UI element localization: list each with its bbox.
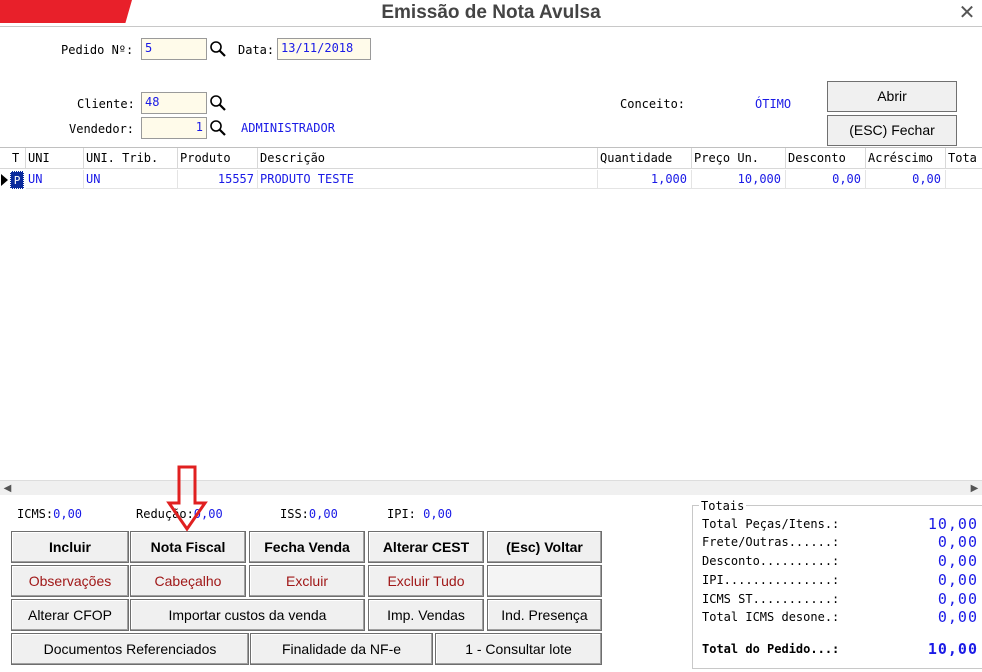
col-header-desconto[interactable]: Desconto	[786, 148, 866, 169]
iss-value: 0,00	[308, 507, 338, 521]
totals-row-value: 0,00	[937, 552, 978, 570]
cell-acrescimo[interactable]: 0,00	[866, 170, 946, 189]
cell-total[interactable]	[946, 170, 982, 189]
icms-label: ICMS:	[17, 507, 54, 521]
col-header-preco-un[interactable]: Preço Un.	[692, 148, 786, 169]
totals-row-value: 0,00	[937, 571, 978, 589]
annotation-arrow-icon	[166, 465, 208, 532]
ipi-value: 0,00	[423, 507, 453, 521]
consultar-lote-button[interactable]: 1 - Consultar lote	[435, 633, 602, 665]
totals-row-value: 0,00	[937, 590, 978, 608]
abrir-button[interactable]: Abrir	[827, 81, 957, 112]
iss-tax: ISS:0,00	[280, 507, 338, 521]
empty-button-slot	[487, 565, 602, 597]
cell-uni[interactable]: UN	[26, 170, 84, 189]
totals-row: Desconto..........: 0,00	[702, 552, 978, 572]
scroll-right-icon[interactable]: ▶	[967, 481, 982, 496]
totals-row: ICMS ST...........: 0,00	[702, 590, 978, 610]
col-header-quantidade[interactable]: Quantidade	[598, 148, 692, 169]
title-bar: Emissão de Nota Avulsa ✕	[0, 0, 982, 27]
col-header-total[interactable]: Tota	[946, 148, 982, 169]
importar-custos-button[interactable]: Importar custos da venda	[130, 599, 365, 631]
excluir-button[interactable]: Excluir	[249, 565, 365, 597]
data-field[interactable]: 13/11/2018	[277, 38, 371, 60]
ipi-tax: IPI: 0,00	[387, 507, 452, 521]
cell-preco-un[interactable]: 10,000	[692, 170, 786, 189]
totals-row: IPI...............: 0,00	[702, 571, 978, 591]
cell-uni-trib[interactable]: UN	[84, 170, 178, 189]
col-header-descricao[interactable]: Descrição	[258, 148, 598, 169]
ipi-label: IPI:	[387, 507, 416, 521]
finalidade-nfe-button[interactable]: Finalidade da NF-e	[250, 633, 433, 665]
cell-quantidade[interactable]: 1,000	[598, 170, 692, 189]
cliente-label: Cliente:	[77, 97, 135, 111]
alterar-cest-button[interactable]: Alterar CEST	[368, 531, 484, 563]
cabecalho-button[interactable]: Cabeçalho	[130, 565, 246, 597]
totals-row-label: Total Peças/Itens.:	[702, 517, 840, 531]
col-header-uni-trib[interactable]: UNI. Trib.	[84, 148, 178, 169]
close-icon[interactable]: ✕	[952, 0, 982, 24]
vendedor-label: Vendedor:	[69, 122, 135, 136]
col-header-t[interactable]: T	[0, 148, 26, 169]
totals-row-value: 10,00	[927, 515, 978, 533]
icms-value: 0,00	[53, 507, 83, 521]
cliente-field[interactable]: 48	[141, 92, 207, 114]
totals-row-value: 0,00	[937, 533, 978, 551]
horizontal-scrollbar[interactable]: ◀ ▶	[0, 480, 982, 495]
documentos-referenciados-button[interactable]: Documentos Referenciados	[11, 633, 249, 665]
totals-row: Total Peças/Itens.: 10,00	[702, 515, 978, 535]
totals-row-label: Total ICMS desone.:	[702, 610, 840, 624]
col-header-produto[interactable]: Produto	[178, 148, 258, 169]
total-pedido-label: Total do Pedido...:	[702, 642, 840, 656]
totals-row-label: IPI...............:	[702, 573, 840, 587]
incluir-button[interactable]: Incluir	[11, 531, 129, 563]
search-cliente-icon[interactable]	[209, 94, 227, 112]
vendedor-field[interactable]: 1	[141, 117, 207, 139]
row-pointer-icon	[1, 174, 8, 186]
conceito-value: ÓTIMO	[755, 97, 792, 111]
col-header-acrescimo[interactable]: Acréscimo	[866, 148, 946, 169]
totals-row-value: 0,00	[937, 608, 978, 626]
alterar-cfop-button[interactable]: Alterar CFOP	[11, 599, 129, 631]
cell-desconto[interactable]: 0,00	[786, 170, 866, 189]
cell-descricao[interactable]: PRODUTO TESTE	[258, 170, 598, 189]
observacoes-button[interactable]: Observações	[11, 565, 129, 597]
data-label: Data:	[238, 43, 275, 57]
fechar-button[interactable]: (ESC) Fechar	[827, 115, 957, 146]
conceito-label: Conceito:	[620, 97, 686, 111]
pedido-field[interactable]: 5	[141, 38, 207, 60]
scroll-left-icon[interactable]: ◀	[0, 481, 15, 496]
window-title: Emissão de Nota Avulsa	[381, 2, 601, 23]
totals-row: Frete/Outras......: 0,00	[702, 533, 978, 553]
search-vendedor-icon[interactable]	[209, 119, 227, 137]
excluir-tudo-button[interactable]: Excluir Tudo	[368, 565, 484, 597]
pedido-label: Pedido Nº:	[61, 43, 134, 57]
imp-vendas-button[interactable]: Imp. Vendas	[368, 599, 484, 631]
voltar-button[interactable]: (Esc) Voltar	[487, 531, 602, 563]
ind-presenca-button[interactable]: Ind. Presença	[487, 599, 602, 631]
total-pedido-row: Total do Pedido...: 10,00	[702, 640, 978, 660]
fecha-venda-button[interactable]: Fecha Venda	[249, 531, 365, 563]
items-grid[interactable]: T UNI UNI. Trib. Produto Descrição Quant…	[0, 147, 982, 480]
cell-t[interactable]: P	[10, 171, 24, 189]
totals-row-label: ICMS ST...........:	[702, 592, 840, 606]
total-pedido-value: 10,00	[927, 640, 978, 658]
totals-row: Total ICMS desone.: 0,00	[702, 608, 978, 628]
iss-label: ISS:	[280, 507, 309, 521]
cell-produto[interactable]: 15557	[178, 170, 258, 189]
totals-title: Totais	[699, 499, 747, 513]
search-pedido-icon[interactable]	[209, 40, 227, 58]
vendedor-name: ADMINISTRADOR	[241, 121, 335, 135]
col-header-uni[interactable]: UNI	[26, 148, 84, 169]
icms-tax: ICMS:0,00	[17, 507, 82, 521]
totals-row-label: Desconto..........:	[702, 554, 840, 568]
nota-fiscal-button[interactable]: Nota Fiscal	[130, 531, 246, 563]
totals-row-label: Frete/Outras......:	[702, 535, 840, 549]
